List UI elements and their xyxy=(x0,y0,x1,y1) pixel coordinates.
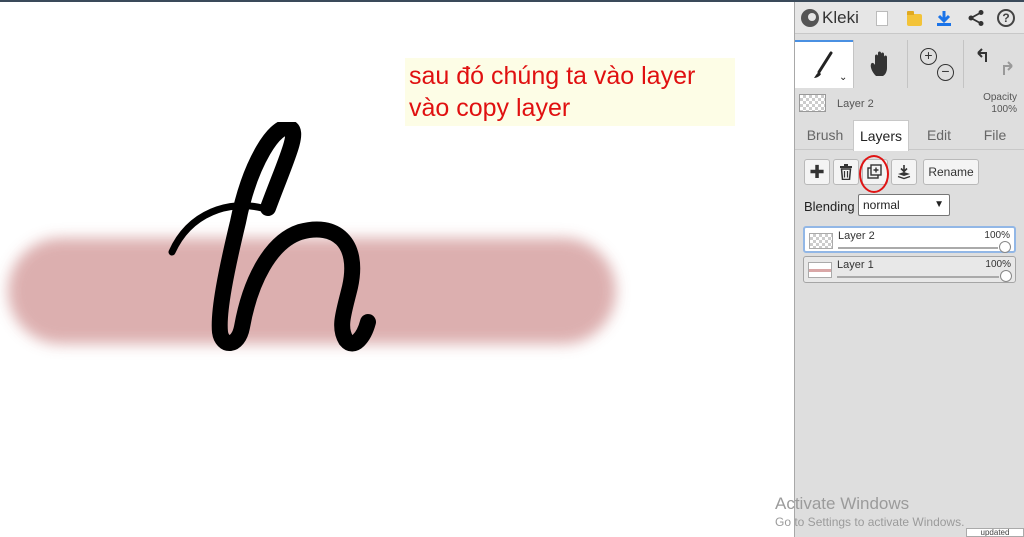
current-layer-info: Layer 2 Opacity 100% xyxy=(795,90,1024,120)
delete-layer-button[interactable] xyxy=(833,159,859,185)
activate-windows-subtitle: Go to Settings to activate Windows. xyxy=(775,515,965,529)
help-button[interactable]: ? xyxy=(995,7,1017,29)
zoom-in-icon[interactable]: + xyxy=(920,48,937,65)
merge-layer-button[interactable] xyxy=(891,159,917,185)
updated-badge: updated xyxy=(966,528,1024,537)
kleki-logo[interactable]: Kleki xyxy=(801,6,859,30)
panel-tabs: Brush Layers Edit File xyxy=(795,120,1024,151)
activate-windows-title: Activate Windows xyxy=(775,494,910,513)
redo-icon[interactable] xyxy=(996,60,1016,80)
layer-1-thumbnail xyxy=(808,262,832,278)
blending-mode-value: normal xyxy=(863,198,900,212)
layer-2-opacity-handle[interactable] xyxy=(999,241,1011,253)
merge-down-icon xyxy=(897,165,911,180)
chevron-down-icon: ▼ xyxy=(934,199,944,210)
new-image-icon xyxy=(876,10,888,26)
blending-label: Blending xyxy=(804,199,855,214)
hand-icon xyxy=(870,51,887,76)
tab-edit[interactable]: Edit xyxy=(913,120,965,150)
annotation-note: sau đó chúng ta vào layer vào copy layer xyxy=(405,58,735,126)
undo-redo-tools xyxy=(963,40,1024,88)
brush-options-chevron-icon[interactable]: ⌄ xyxy=(839,72,847,83)
kleki-app: sau đó chúng ta vào layer vào copy layer… xyxy=(0,0,1024,537)
share-button[interactable] xyxy=(965,7,987,29)
tool-bar: ⌄ + − xyxy=(795,40,1024,88)
layer-2-opacity: 100% xyxy=(984,230,1010,241)
trash-icon xyxy=(840,164,852,180)
drawing-canvas[interactable]: sau đó chúng ta vào layer vào copy layer xyxy=(0,2,794,537)
opacity-label: Opacity xyxy=(983,92,1017,103)
rename-layer-button[interactable]: Rename xyxy=(923,159,979,185)
zoom-tools: + − xyxy=(907,40,963,88)
tab-file[interactable]: File xyxy=(967,120,1023,150)
brush-icon xyxy=(814,51,833,78)
app-name: Kleki xyxy=(822,8,859,27)
tab-brush[interactable]: Brush xyxy=(799,120,851,150)
layer-2-opacity-slider[interactable] xyxy=(838,247,998,249)
undo-icon[interactable] xyxy=(974,47,994,67)
brush-tool[interactable]: ⌄ xyxy=(795,40,853,88)
plus-icon: ✚ xyxy=(809,161,825,182)
open-image-icon xyxy=(906,11,922,26)
new-image-button[interactable] xyxy=(871,7,893,29)
layer-1-opacity-slider[interactable] xyxy=(837,276,999,278)
blending-mode-select[interactable]: normal ▼ xyxy=(858,194,950,216)
save-download-icon xyxy=(937,11,951,26)
share-icon xyxy=(968,10,984,26)
layer-2-thumbnail xyxy=(809,233,833,249)
zoom-out-icon[interactable]: − xyxy=(937,64,954,81)
current-layer-opacity: Opacity 100% xyxy=(983,92,1017,116)
layer-1-name: Layer 1 xyxy=(837,259,874,271)
layer-2-name: Layer 2 xyxy=(838,230,875,242)
tab-layers[interactable]: Layers xyxy=(853,120,909,151)
current-layer-thumbnail xyxy=(799,94,826,112)
save-download-button[interactable] xyxy=(933,7,955,29)
layer-1-opacity: 100% xyxy=(985,259,1011,270)
letter-h-drawing xyxy=(168,122,376,352)
open-image-button[interactable] xyxy=(903,7,925,29)
help-icon: ? xyxy=(997,9,1015,27)
annotation-line-1: sau đó chúng ta vào layer xyxy=(409,62,696,90)
annotation-line-2: vào copy layer xyxy=(409,94,571,122)
opacity-value: 100% xyxy=(991,104,1017,115)
kleki-logo-icon xyxy=(801,9,819,27)
current-layer-name: Layer 2 xyxy=(837,98,874,110)
hand-tool[interactable] xyxy=(853,40,907,88)
layer-row-layer-1[interactable]: Layer 1 100% xyxy=(803,256,1016,283)
layer-1-opacity-handle[interactable] xyxy=(1000,270,1012,282)
panel-header: Kleki ? xyxy=(795,2,1024,34)
highlight-circle-annotation xyxy=(859,155,889,193)
layer-row-layer-2[interactable]: Layer 2 100% xyxy=(803,226,1016,253)
right-panel: Kleki ? ⌄ + − Layer 2 Opacity 100% Brush… xyxy=(794,2,1024,537)
add-layer-button[interactable]: ✚ xyxy=(804,159,830,185)
